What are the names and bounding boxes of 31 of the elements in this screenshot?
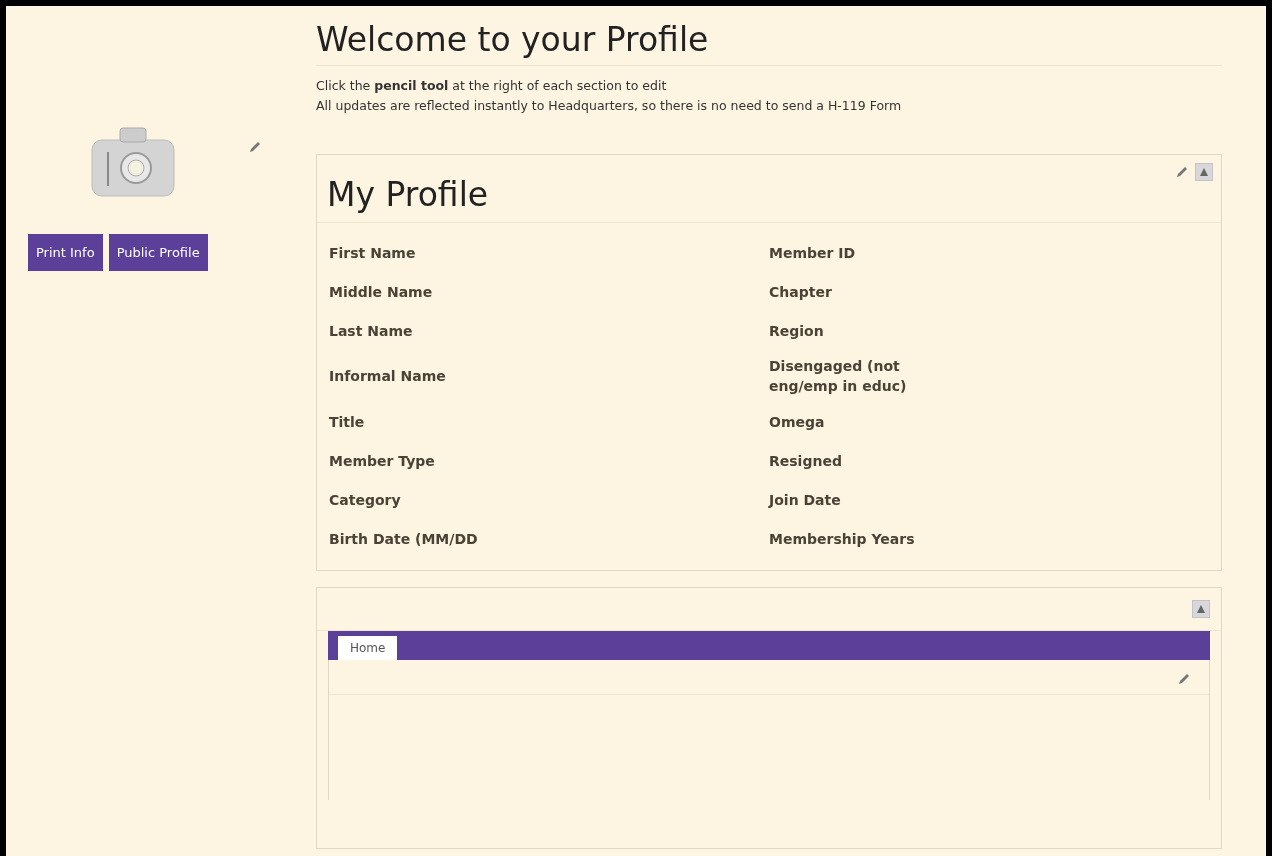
field-label: Membership Years: [769, 529, 916, 549]
collapse-button[interactable]: [1195, 163, 1213, 181]
action-button[interactable]: Print Info: [28, 234, 103, 271]
triangle-icon: [1200, 168, 1208, 176]
field-label: Middle Name: [329, 282, 434, 302]
field-label: Last Name: [329, 321, 414, 341]
field-label: First Name: [329, 243, 417, 263]
field-label: Join Date: [769, 490, 842, 510]
collapse-button[interactable]: [1192, 600, 1210, 618]
field-label: Informal Name: [329, 367, 447, 386]
field-label: Region: [769, 321, 825, 341]
pencil-icon[interactable]: [248, 140, 262, 154]
field-label: Omega: [769, 412, 826, 432]
field-label: Disengaged (not eng/emp in educ): [769, 357, 908, 396]
field-label: Resigned: [769, 451, 843, 471]
instruction-text: Click the pencil tool at the right of each section to edit: [316, 77, 668, 95]
triangle-icon: [1197, 605, 1205, 613]
pencil-icon[interactable]: [1177, 672, 1191, 686]
pencil-icon[interactable]: [1175, 165, 1189, 179]
field-label: Chapter: [769, 282, 833, 302]
field-label: Category: [329, 490, 402, 510]
field-label: Birth Date (MM/DD: [329, 529, 479, 549]
field-label: Member Type: [329, 451, 436, 471]
camera-icon: [90, 124, 176, 198]
instruction-text: All updates are reflected instantly to Headquarters, so there is no need to send a H-119 Form: [316, 97, 903, 115]
panel-title: My Profile: [327, 175, 489, 214]
tab[interactable]: Home: [338, 636, 398, 660]
action-button[interactable]: Public Profile: [108, 234, 208, 271]
field-label: Member ID: [769, 243, 857, 263]
field-label: Title: [329, 412, 366, 432]
page-title: Welcome to your Profile: [316, 20, 1222, 66]
